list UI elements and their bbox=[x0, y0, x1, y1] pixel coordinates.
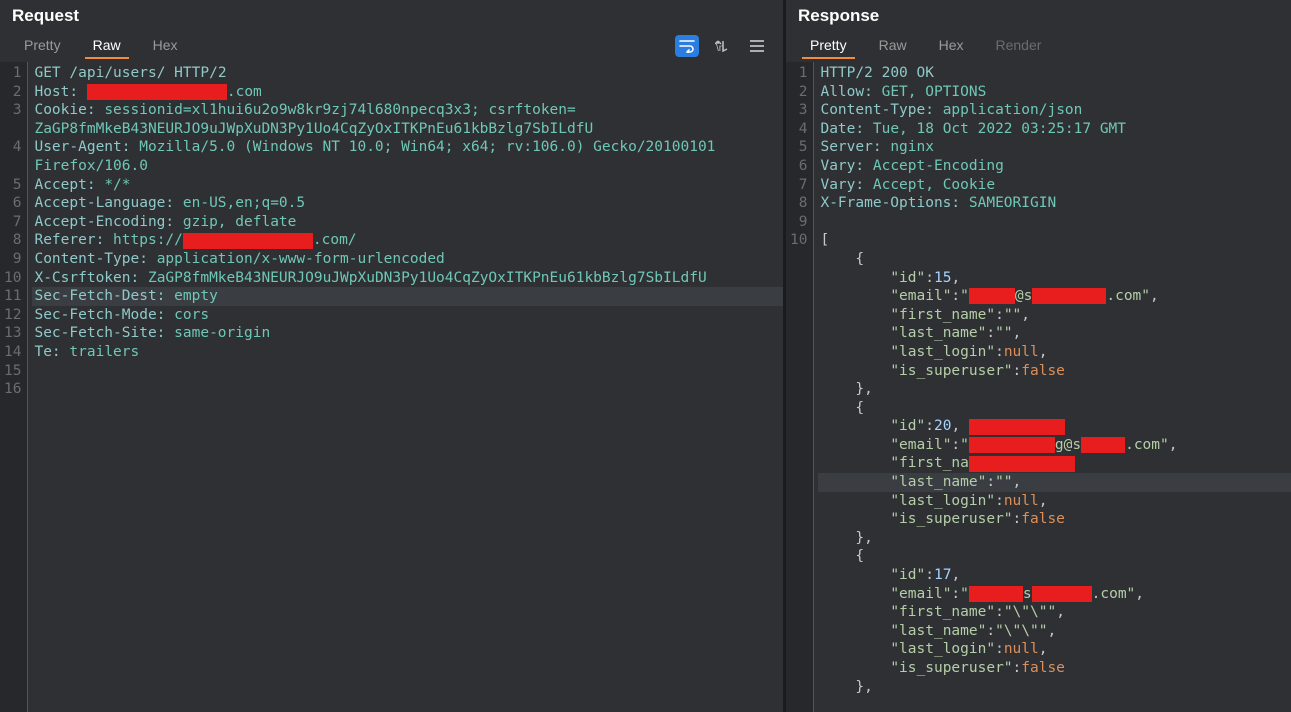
request-gutter: 12345678910111213141516 bbox=[0, 62, 28, 712]
request-line[interactable]: Accept-Encoding: gzip, deflate bbox=[32, 213, 783, 232]
response-line[interactable]: "first_name":"", bbox=[818, 306, 1291, 325]
request-tabbar: Pretty Raw Hex \n bbox=[0, 30, 783, 62]
request-line[interactable]: Firefox/106.0 bbox=[32, 157, 783, 176]
response-line[interactable]: [ bbox=[818, 231, 1291, 250]
response-title: Response bbox=[786, 0, 1291, 30]
redaction-block bbox=[183, 233, 313, 249]
response-line[interactable]: }, bbox=[818, 678, 1291, 697]
response-line[interactable] bbox=[818, 213, 1291, 232]
response-line[interactable]: "last_login":null, bbox=[818, 343, 1291, 362]
response-line[interactable]: Content-Type: application/json bbox=[818, 101, 1291, 120]
response-code[interactable]: HTTP/2 200 OKAllow: GET, OPTIONSContent-… bbox=[814, 62, 1291, 712]
hamburger-icon[interactable] bbox=[747, 36, 767, 56]
request-panel: Request Pretty Raw Hex \n 12345678910111… bbox=[0, 0, 786, 712]
response-line[interactable]: Allow: GET, OPTIONS bbox=[818, 83, 1291, 102]
request-line[interactable]: User-Agent: Mozilla/5.0 (Windows NT 10.0… bbox=[32, 138, 783, 157]
request-editor[interactable]: 12345678910111213141516 GET /api/users/ … bbox=[0, 62, 783, 712]
response-line[interactable]: X-Frame-Options: SAMEORIGIN bbox=[818, 194, 1291, 213]
redaction-block bbox=[1081, 437, 1125, 453]
response-line[interactable]: Date: Tue, 18 Oct 2022 03:25:17 GMT bbox=[818, 120, 1291, 139]
request-line[interactable]: Accept: */* bbox=[32, 176, 783, 195]
request-line[interactable] bbox=[32, 380, 783, 399]
response-tabbar: Pretty Raw Hex Render bbox=[786, 30, 1291, 62]
response-line[interactable]: { bbox=[818, 547, 1291, 566]
tab-hex[interactable]: Hex bbox=[137, 33, 194, 59]
tab-raw[interactable]: Raw bbox=[77, 33, 137, 59]
response-panel: Response Pretty Raw Hex Render 123456789… bbox=[786, 0, 1291, 712]
request-line[interactable]: Sec-Fetch-Site: same-origin bbox=[32, 324, 783, 343]
request-line[interactable]: Sec-Fetch-Dest: empty bbox=[32, 287, 783, 306]
request-title: Request bbox=[0, 0, 783, 30]
request-line[interactable]: Referer: https://.com/ bbox=[32, 231, 783, 250]
tab-raw[interactable]: Raw bbox=[863, 33, 923, 59]
response-line[interactable]: "id":17, bbox=[818, 566, 1291, 585]
split-container: Request Pretty Raw Hex \n 12345678910111… bbox=[0, 0, 1291, 712]
response-line[interactable]: Vary: Accept-Encoding bbox=[818, 157, 1291, 176]
response-line[interactable]: "email":"g@s.com", bbox=[818, 436, 1291, 455]
response-line[interactable]: "id":15, bbox=[818, 269, 1291, 288]
response-line[interactable]: "id":20, bbox=[818, 417, 1291, 436]
wrap-icon[interactable] bbox=[675, 35, 699, 57]
request-line[interactable]: Cookie: sessionid=xl1hui6u2o9w8kr9zj74l6… bbox=[32, 101, 783, 120]
response-line[interactable]: { bbox=[818, 399, 1291, 418]
request-line[interactable]: GET /api/users/ HTTP/2 bbox=[32, 64, 783, 83]
request-line[interactable]: Host: .com bbox=[32, 83, 783, 102]
response-editor[interactable]: 12345678910 HTTP/2 200 OKAllow: GET, OPT… bbox=[786, 62, 1291, 712]
redaction-block bbox=[969, 586, 1023, 602]
response-line[interactable]: "last_login":null, bbox=[818, 492, 1291, 511]
redaction-block bbox=[1032, 586, 1092, 602]
response-line[interactable]: "last_name":"", bbox=[818, 324, 1291, 343]
redaction-block bbox=[87, 84, 227, 100]
tab-hex[interactable]: Hex bbox=[923, 33, 980, 59]
request-line[interactable]: Te: trailers bbox=[32, 343, 783, 362]
response-line[interactable]: "email":"@s.com", bbox=[818, 287, 1291, 306]
tab-render[interactable]: Render bbox=[980, 33, 1058, 59]
svg-text:\n: \n bbox=[716, 43, 724, 53]
request-toolbar: \n bbox=[675, 35, 775, 57]
response-line[interactable]: Server: nginx bbox=[818, 138, 1291, 157]
response-line[interactable]: "is_superuser":false bbox=[818, 510, 1291, 529]
request-line[interactable]: ZaGP8fmMkeB43NEURJO9uJWpXuDN3Py1Uo4CqZyO… bbox=[32, 120, 783, 139]
redaction-block bbox=[969, 456, 1075, 472]
redaction-block bbox=[969, 288, 1015, 304]
response-line[interactable]: HTTP/2 200 OK bbox=[818, 64, 1291, 83]
tab-pretty[interactable]: Pretty bbox=[8, 33, 77, 59]
request-line[interactable]: Content-Type: application/x-www-form-url… bbox=[32, 250, 783, 269]
response-line[interactable]: "is_superuser":false bbox=[818, 659, 1291, 678]
request-line[interactable]: Sec-Fetch-Mode: cors bbox=[32, 306, 783, 325]
tab-pretty[interactable]: Pretty bbox=[794, 33, 863, 59]
request-line[interactable] bbox=[32, 362, 783, 381]
response-line[interactable]: "last_name":"\"\"", bbox=[818, 622, 1291, 641]
response-line[interactable]: }, bbox=[818, 529, 1291, 548]
request-line[interactable]: X-Csrftoken: ZaGP8fmMkeB43NEURJO9uJWpXuD… bbox=[32, 269, 783, 288]
response-line[interactable]: "first_name":"\"\"", bbox=[818, 603, 1291, 622]
response-line[interactable]: "last_login":null, bbox=[818, 640, 1291, 659]
response-gutter: 12345678910 bbox=[786, 62, 814, 712]
request-code[interactable]: GET /api/users/ HTTP/2Host: .comCookie: … bbox=[28, 62, 783, 712]
response-line[interactable]: "last_name":"", bbox=[818, 473, 1291, 492]
response-line[interactable]: }, bbox=[818, 380, 1291, 399]
response-line[interactable]: "is_superuser":false bbox=[818, 362, 1291, 381]
request-line[interactable]: Accept-Language: en-US,en;q=0.5 bbox=[32, 194, 783, 213]
redaction-block bbox=[969, 437, 1055, 453]
response-line[interactable]: "email":"s.com", bbox=[818, 585, 1291, 604]
newline-icon[interactable]: \n bbox=[713, 36, 733, 56]
redaction-block bbox=[1032, 288, 1106, 304]
response-line[interactable]: "first_na bbox=[818, 454, 1291, 473]
redaction-block bbox=[969, 419, 1065, 435]
response-line[interactable]: Vary: Accept, Cookie bbox=[818, 176, 1291, 195]
response-line[interactable]: { bbox=[818, 250, 1291, 269]
